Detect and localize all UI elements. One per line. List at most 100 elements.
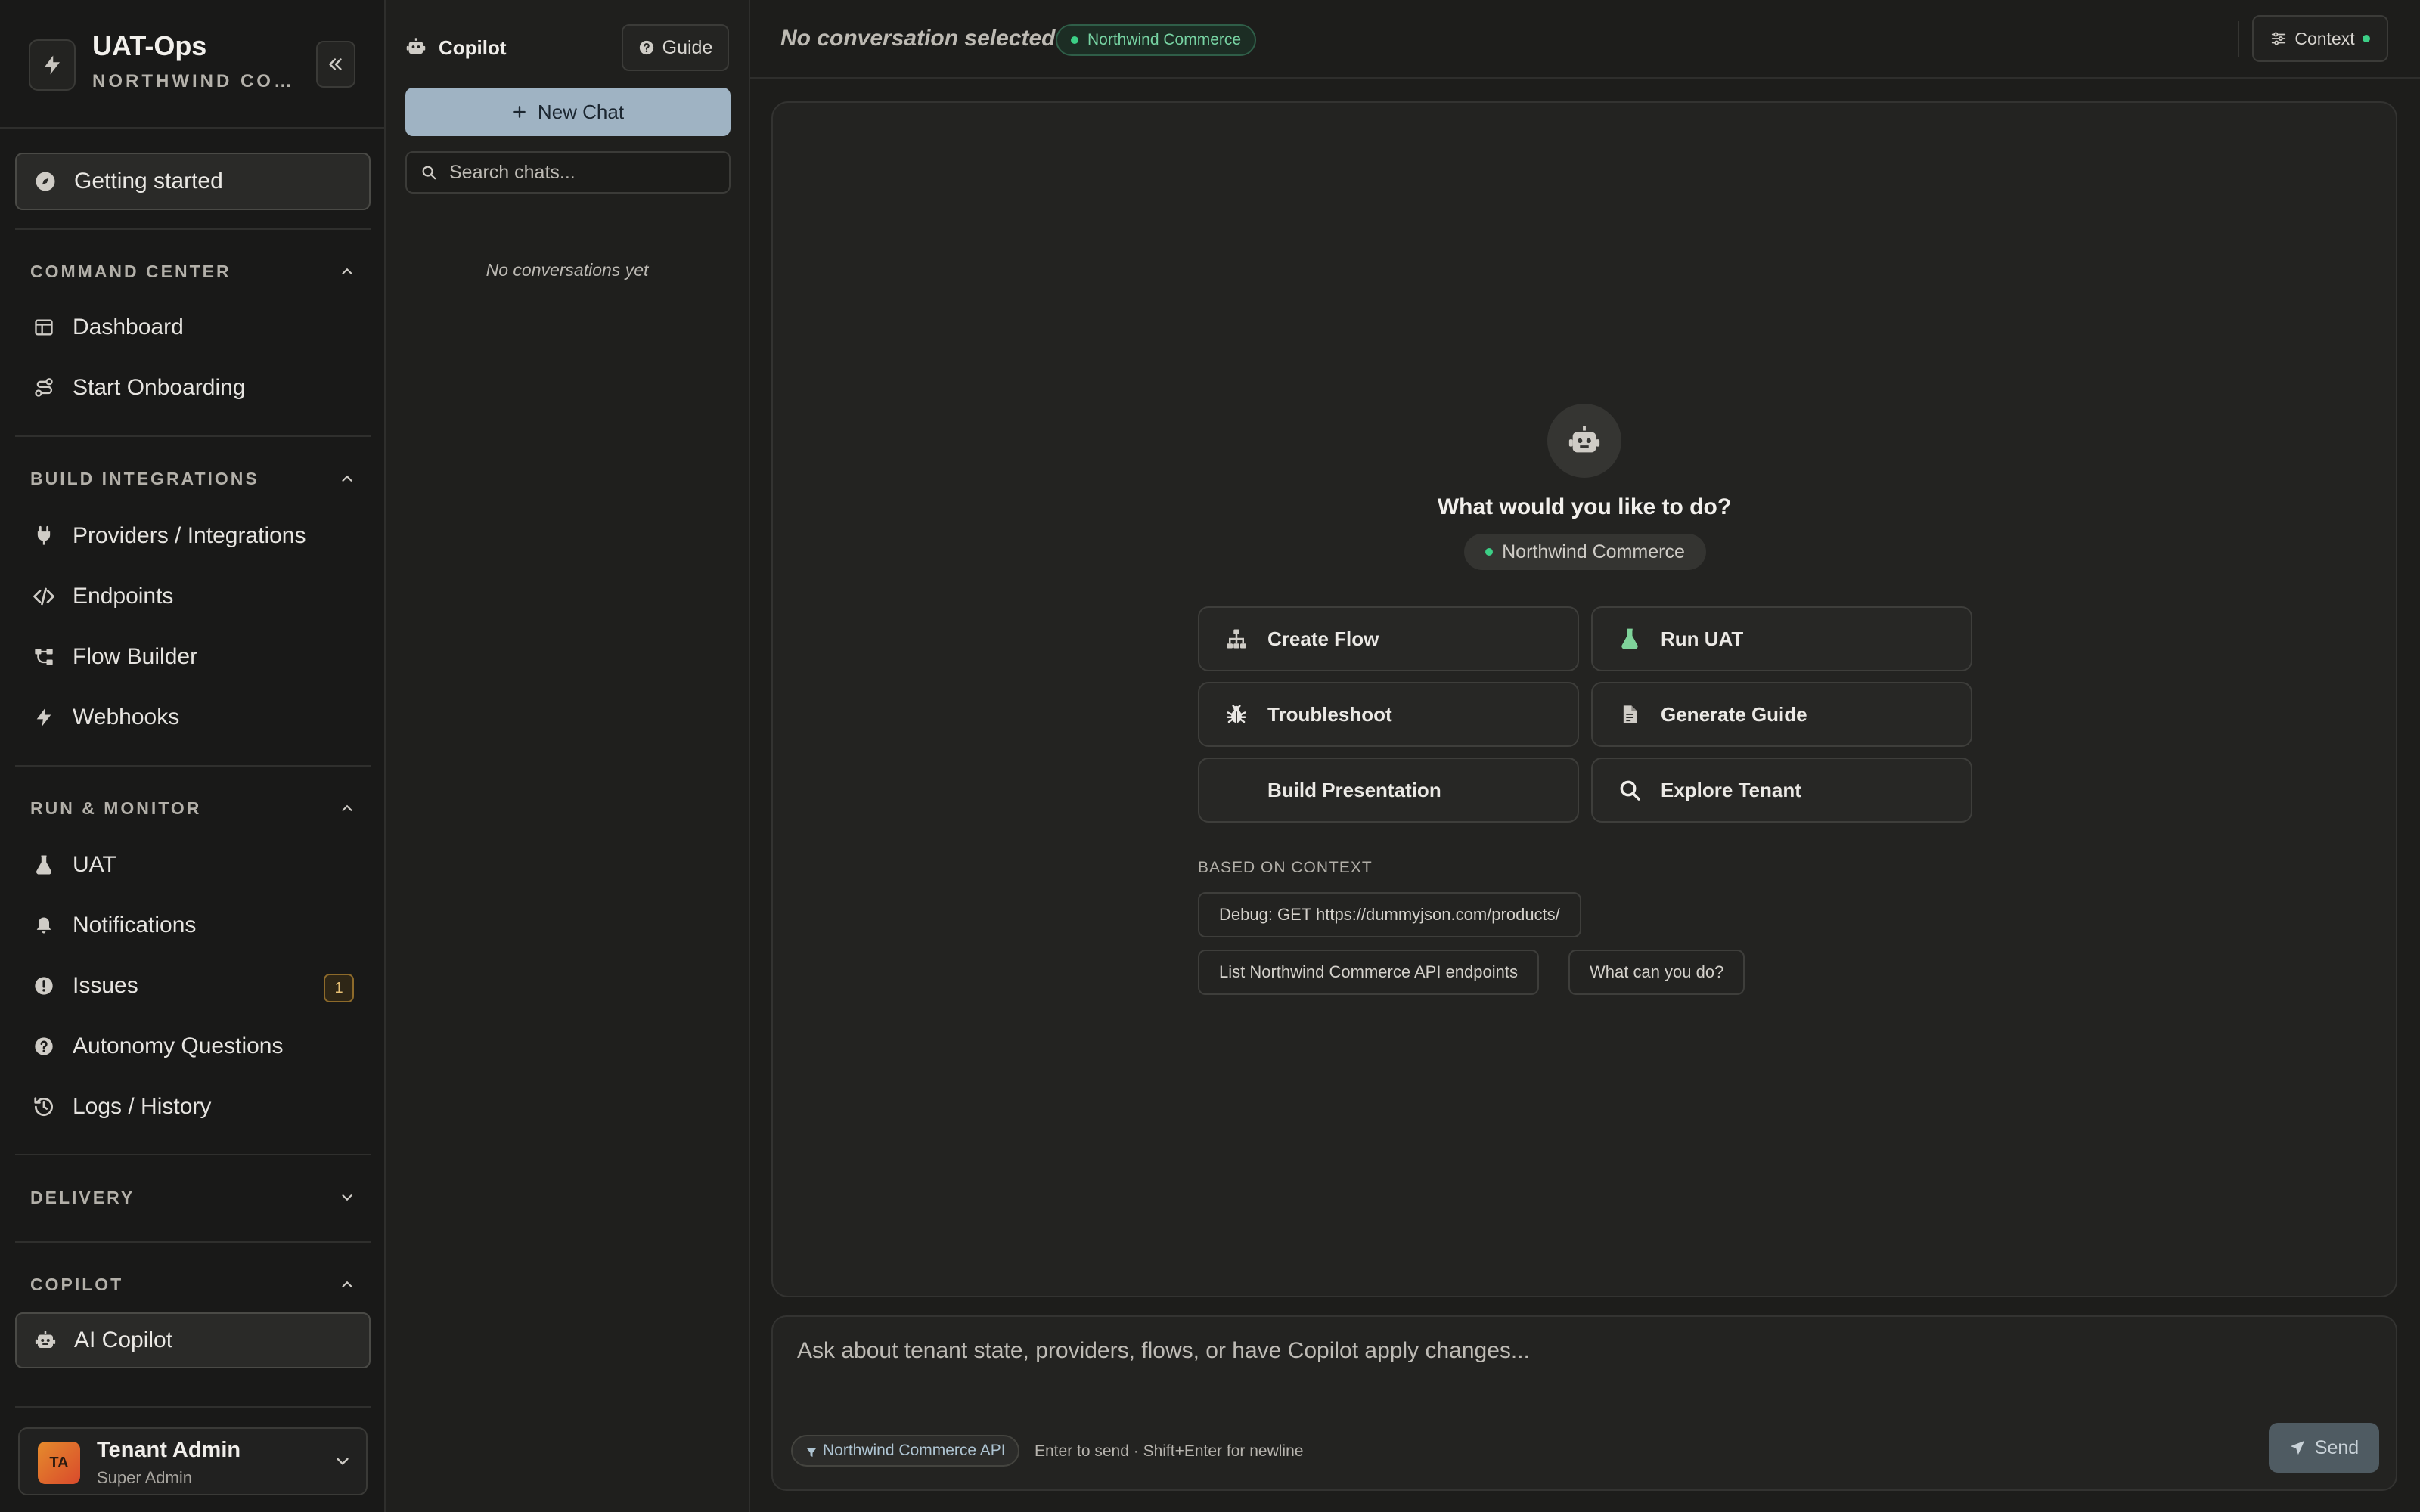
compass-icon (33, 169, 57, 194)
suggestion-chip[interactable]: What can you do? (1568, 950, 1745, 995)
divider (15, 1241, 371, 1243)
nav-issues[interactable]: Issues 1 (15, 959, 371, 1012)
section-build-integrations[interactable]: BUILD INTEGRATIONS (30, 463, 355, 494)
build-presentation-button[interactable]: Build Presentation (1198, 758, 1579, 823)
chevron-up-icon (342, 475, 352, 482)
context-suggestions-heading: BASED ON CONTEXT (1198, 859, 1373, 876)
message-composer: Northwind Commerce API Enter to send · S… (771, 1315, 2397, 1491)
api-chip-label: Northwind Commerce API (823, 1442, 1006, 1459)
conversation-canvas (771, 101, 2397, 1297)
nav-autonomy-questions[interactable]: Autonomy Questions (15, 1020, 371, 1073)
welcome-heading: What would you like to do? (1437, 494, 1732, 519)
status-dot (2362, 35, 2370, 42)
message-input[interactable] (797, 1338, 2370, 1406)
generate-guide-button[interactable]: Generate Guide (1591, 682, 1972, 747)
alert-icon (32, 974, 56, 998)
nav-webhooks[interactable]: Webhooks (15, 691, 371, 744)
flask-icon (1617, 626, 1643, 652)
context-label: Context (2294, 28, 2355, 48)
nav-start-onboarding[interactable]: Start Onboarding (15, 361, 371, 414)
action-label: Create Flow (1267, 627, 1379, 650)
user-role: Super Admin (97, 1468, 192, 1487)
nav-flow-builder[interactable]: Flow Builder (15, 631, 371, 683)
robot-icon (405, 36, 427, 57)
section-copilot[interactable]: COPILOT (30, 1269, 355, 1300)
chevron-up-icon (342, 268, 352, 274)
robot-icon (1547, 404, 1621, 478)
nav-logs-history[interactable]: Logs / History (15, 1080, 371, 1133)
nav-uat[interactable]: UAT (15, 838, 371, 891)
nav-label: Webhooks (73, 705, 180, 730)
user-menu[interactable]: TA Tenant Admin Super Admin (18, 1427, 368, 1495)
section-title: RUN & MONITOR (30, 798, 202, 818)
bolt-logo-icon (29, 39, 76, 91)
action-label: Troubleshoot (1267, 702, 1392, 726)
nav-providers[interactable]: Providers / Integrations (15, 510, 371, 562)
document-icon (1617, 702, 1643, 727)
nav-label: Providers / Integrations (73, 523, 306, 548)
troubleshoot-button[interactable]: Troubleshoot (1198, 682, 1579, 747)
nav-label: Endpoints (73, 584, 174, 609)
nav-label: Logs / History (73, 1094, 212, 1119)
chevron-down-icon (342, 1194, 352, 1201)
section-title: DELIVERY (30, 1187, 135, 1207)
nav-dashboard[interactable]: Dashboard (15, 301, 371, 354)
conversation-header: No conversation selected Northwind Comme… (750, 0, 2420, 79)
app-title: UAT-Ops (92, 30, 207, 61)
keyboard-hint: Enter to send · Shift+Enter for newline (1035, 1442, 1304, 1460)
user-name: Tenant Admin (97, 1438, 241, 1462)
sliders-icon (2272, 32, 2286, 45)
hierarchy-icon (1224, 626, 1249, 652)
nav-endpoints[interactable]: Endpoints (15, 570, 371, 623)
nav-label: Autonomy Questions (73, 1033, 284, 1058)
history-icon (32, 1095, 56, 1119)
divider (2238, 21, 2239, 57)
nav-notifications[interactable]: Notifications (15, 899, 371, 952)
section-run-monitor[interactable]: RUN & MONITOR (30, 793, 355, 823)
route-icon (32, 376, 56, 400)
collapse-sidebar-button[interactable] (316, 41, 355, 88)
create-flow-button[interactable]: Create Flow (1198, 606, 1579, 671)
status-dot (1485, 548, 1494, 556)
suggestion-chip[interactable]: List Northwind Commerce API endpoints (1198, 950, 1539, 995)
run-uat-button[interactable]: Run UAT (1591, 606, 1972, 671)
action-label: Build Presentation (1267, 778, 1441, 801)
sidebar: UAT-Ops NORTHWIND COM... Getting started… (0, 0, 386, 1512)
bolt-icon (32, 705, 56, 730)
new-chat-button[interactable]: New Chat (405, 88, 731, 136)
section-title: BUILD INTEGRATIONS (30, 468, 259, 488)
plus-icon (513, 106, 526, 118)
bell-icon (32, 913, 56, 937)
tenant-name: NORTHWIND COM... (92, 71, 296, 91)
divider (15, 1406, 371, 1408)
suggestion-chip[interactable]: Debug: GET https://dummyjson.com/product… (1198, 892, 1581, 937)
api-filter-chip[interactable]: Northwind Commerce API (791, 1435, 1019, 1467)
nav-label: Getting started (74, 169, 223, 194)
nav-label: Dashboard (73, 314, 184, 339)
question-icon (32, 1034, 56, 1058)
section-delivery[interactable]: DELIVERY (30, 1182, 355, 1213)
brand-header: UAT-Ops NORTHWIND COM... (0, 0, 384, 129)
send-icon (2290, 1440, 2304, 1455)
flow-icon (32, 645, 56, 669)
chat-list-panel: Copilot Guide New Chat No conversations … (386, 0, 750, 1512)
nav-label: Notifications (73, 912, 197, 937)
nav-getting-started[interactable]: Getting started (15, 153, 371, 210)
search-chats-input[interactable] (449, 161, 729, 184)
guide-button[interactable]: Guide (622, 24, 729, 71)
divider (15, 1154, 371, 1155)
code-icon (32, 584, 56, 609)
tenant-name: Northwind Commerce (1502, 541, 1685, 562)
action-label: Explore Tenant (1661, 778, 1801, 801)
section-command-center[interactable]: COMMAND CENTER (30, 256, 355, 287)
nav-ai-copilot[interactable]: AI Copilot (15, 1312, 371, 1368)
help-icon (639, 40, 653, 55)
send-label: Send (2314, 1436, 2360, 1458)
nav-label: Flow Builder (73, 644, 198, 669)
tenant-badge: Northwind Commerce (1464, 534, 1706, 570)
explore-tenant-button[interactable]: Explore Tenant (1591, 758, 1972, 823)
robot-icon (33, 1328, 57, 1352)
send-button[interactable]: Send (2269, 1423, 2379, 1473)
conversation-title: No conversation selected (780, 26, 1056, 51)
context-button[interactable]: Context (2252, 15, 2388, 62)
